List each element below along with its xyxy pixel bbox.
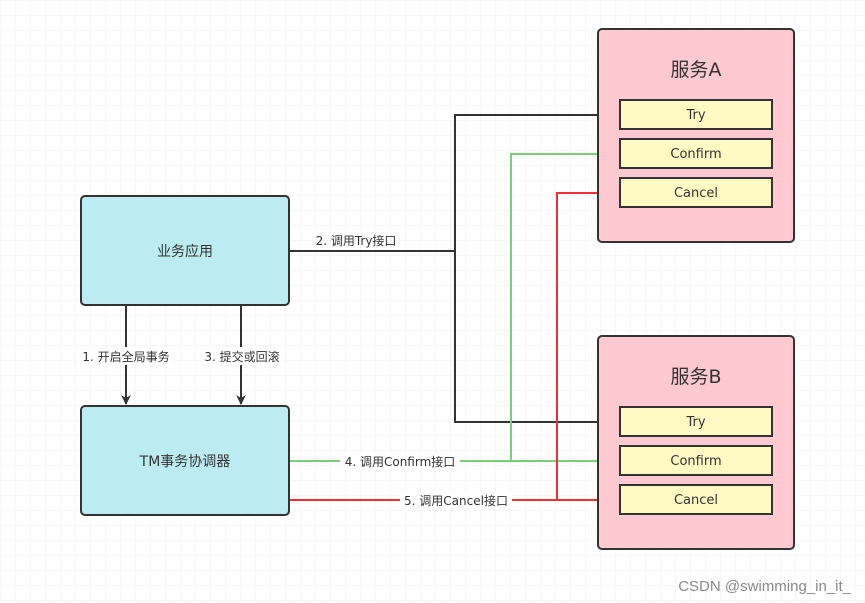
service-a-confirm-label: Confirm bbox=[670, 147, 721, 162]
watermark: CSDN @swimming_in_it_ bbox=[678, 578, 851, 595]
edge-label-try: 2. 调用Try接口 bbox=[316, 233, 397, 248]
service-b-try-label: Try bbox=[685, 415, 705, 430]
node-app-label: 业务应用 bbox=[157, 243, 213, 260]
service-a-title: 服务A bbox=[671, 59, 722, 81]
service-b-title: 服务B bbox=[670, 366, 721, 388]
service-b-cancel-label: Cancel bbox=[674, 493, 718, 508]
edge-label-confirm: 4. 调用Confirm接口 bbox=[345, 454, 456, 469]
edge-label-commit: 3. 提交或回滚 bbox=[204, 349, 279, 364]
service-a-cancel-label: Cancel bbox=[674, 186, 718, 201]
edge-label-cancel: 5. 调用Cancel接口 bbox=[404, 493, 508, 508]
edge-label-begin: 1. 开启全局事务 bbox=[82, 349, 169, 364]
service-b-confirm-label: Confirm bbox=[670, 454, 721, 469]
diagram-canvas: 2. 调用Try接口 1. 开启全局事务 3. 提交或回滚 4. 调用Confi… bbox=[0, 0, 865, 603]
node-tm-label: TM事务协调器 bbox=[139, 454, 231, 470]
service-a-try-label: Try bbox=[685, 108, 705, 123]
